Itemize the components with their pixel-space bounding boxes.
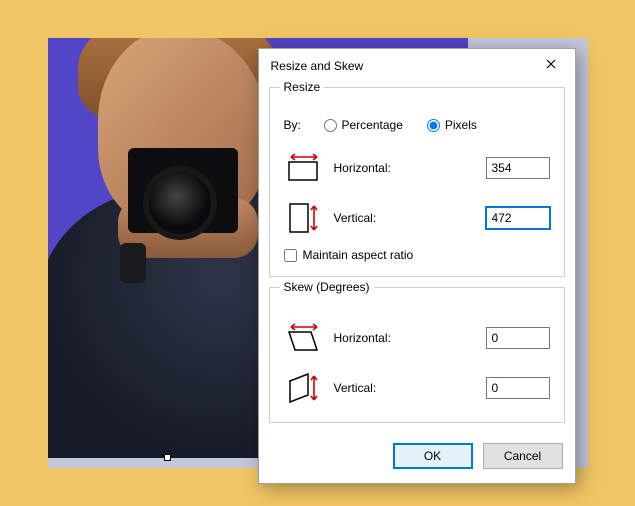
radio-percentage[interactable]: Percentage [324,118,403,132]
cancel-button[interactable]: Cancel [483,443,563,469]
radio-pixels-input[interactable] [427,119,440,132]
radio-pixels[interactable]: Pixels [427,118,477,132]
resize-vertical-icon [284,198,324,238]
close-icon [546,59,556,69]
by-label: By: [284,118,314,132]
skew-vertical-icon [284,368,324,408]
resize-vertical-input[interactable] [486,207,550,229]
canvas-area: Resize and Skew Resize By: Percentage Pi… [48,38,588,468]
resize-group-label: Resize [280,80,325,94]
skew-group-label: Skew (Degrees) [280,280,374,294]
dialog-title: Resize and Skew [271,59,364,73]
close-button[interactable] [537,55,565,77]
dialog-footer: OK Cancel [259,433,575,483]
skew-vertical-label: Vertical: [334,381,476,395]
dialog-titlebar: Resize and Skew [259,49,575,83]
resize-skew-dialog: Resize and Skew Resize By: Percentage Pi… [258,48,576,484]
skew-vertical-input[interactable] [486,377,550,399]
resize-horizontal-label: Horizontal: [334,161,476,175]
skew-horizontal-label: Horizontal: [334,331,476,345]
skew-horizontal-icon [284,318,324,358]
maintain-aspect-label: Maintain aspect ratio [303,248,414,262]
selection-handle[interactable] [164,454,171,461]
resize-horizontal-icon [284,148,324,188]
radio-percentage-label: Percentage [342,118,403,132]
radio-pixels-label: Pixels [445,118,477,132]
resize-group: Resize By: Percentage Pixels [269,87,565,277]
maintain-aspect-checkbox[interactable] [284,249,297,262]
resize-vertical-label: Vertical: [334,211,476,225]
skew-horizontal-input[interactable] [486,327,550,349]
ok-button[interactable]: OK [393,443,473,469]
radio-percentage-input[interactable] [324,119,337,132]
skew-group: Skew (Degrees) Horizontal: [269,287,565,423]
resize-horizontal-input[interactable] [486,157,550,179]
